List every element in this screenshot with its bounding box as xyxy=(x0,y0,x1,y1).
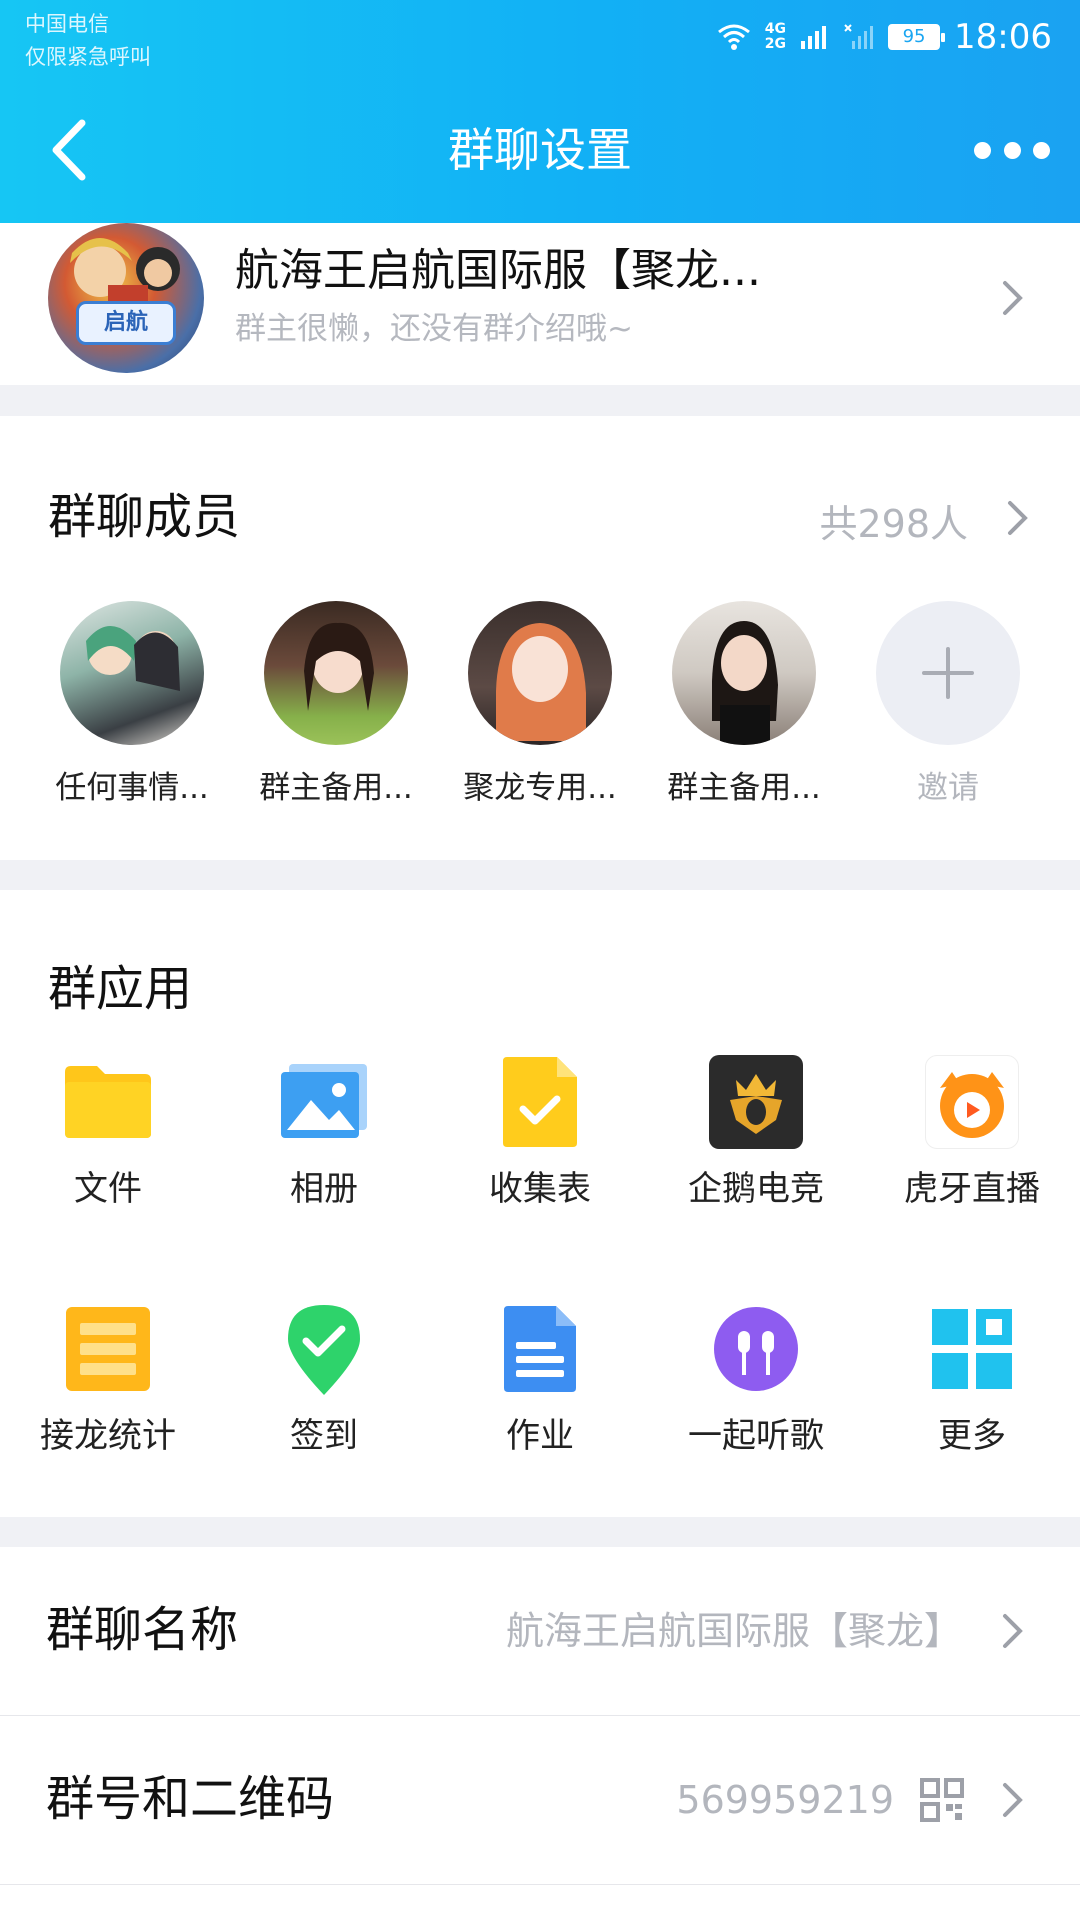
app-item-checkin[interactable]: 签到 xyxy=(216,1302,432,1460)
member-avatar xyxy=(672,601,816,745)
row-divider xyxy=(0,1884,1080,1885)
carrier-name: 中国电信 xyxy=(25,12,109,36)
app-item-album[interactable]: 相册 xyxy=(216,1055,432,1213)
app-item-huya[interactable]: 虎牙直播 xyxy=(864,1055,1080,1213)
app-label: 虎牙直播 xyxy=(904,1169,1040,1209)
section-divider xyxy=(0,1517,1080,1547)
app-label: 一起听歌 xyxy=(688,1416,824,1456)
group-name-value: 航海王启航国际服【聚龙】 xyxy=(505,1609,962,1653)
member-item[interactable]: 任何事情... xyxy=(42,601,222,811)
app-label: 签到 xyxy=(290,1416,358,1456)
members-title: 群聊成员 xyxy=(48,489,241,545)
no-signal-icon xyxy=(844,24,874,49)
app-item-form[interactable]: 收集表 xyxy=(432,1055,648,1213)
app-item-homework[interactable]: 作业 xyxy=(432,1302,648,1460)
invite-button[interactable]: 邀请 xyxy=(858,601,1038,811)
section-divider xyxy=(0,860,1080,890)
status-bar-indicators: 4G 2G 95 18:06 xyxy=(717,16,1052,58)
app-label: 作业 xyxy=(506,1416,574,1456)
app-item-more[interactable]: 更多 xyxy=(864,1302,1080,1460)
app-item-penguin-esports[interactable]: 企鹅电竞 xyxy=(648,1055,864,1213)
member-avatar xyxy=(468,601,612,745)
more-button[interactable] xyxy=(974,135,1050,165)
group-number-qr-row[interactable]: 群号和二维码 569959219 xyxy=(0,1716,1080,1884)
page-title: 群聊设置 xyxy=(448,123,632,177)
member-item[interactable]: 群主备用... xyxy=(654,601,834,811)
status-time: 18:06 xyxy=(954,17,1052,57)
app-label: 相册 xyxy=(290,1169,358,1209)
chevron-right-icon xyxy=(1003,281,1023,315)
network-4g-label: 4G xyxy=(764,21,787,37)
member-name: 聚龙专用... xyxy=(463,770,617,806)
member-count[interactable]: 共298人 xyxy=(819,496,968,552)
member-name: 群主备用... xyxy=(259,770,413,806)
member-name: 群主备用... xyxy=(667,770,821,806)
homework-doc-icon xyxy=(504,1306,576,1392)
wifi-icon xyxy=(717,24,750,50)
invite-circle xyxy=(876,601,1020,745)
chevron-right-icon xyxy=(1003,1783,1023,1817)
qr-code-icon xyxy=(920,1778,964,1822)
chevron-right-icon[interactable] xyxy=(1005,498,1031,538)
checkin-pin-icon xyxy=(288,1305,360,1395)
group-name: 航海王启航国际服【聚龙... xyxy=(235,245,761,296)
app-label: 更多 xyxy=(938,1416,1006,1456)
member-avatar xyxy=(60,601,204,745)
network-2g-label: 2G xyxy=(764,36,787,52)
member-avatar-art xyxy=(496,623,586,741)
group-number-label: 群号和二维码 xyxy=(46,1771,335,1827)
app-item-relay-stats[interactable]: 接龙统计 xyxy=(0,1302,216,1460)
member-avatar-art xyxy=(712,621,778,745)
status-bar-carrier: 中国电信 仅限紧急呼叫 xyxy=(25,8,151,74)
earphones-icon xyxy=(714,1307,798,1391)
member-avatar-art xyxy=(86,626,180,691)
invite-label: 邀请 xyxy=(917,770,979,806)
chevron-right-icon xyxy=(1003,1614,1023,1648)
penguin-esports-icon xyxy=(730,1074,782,1134)
group-description: 群主很懒，还没有群介绍哦~ xyxy=(235,311,633,347)
plus-icon xyxy=(922,647,974,699)
app-item-files[interactable]: 文件 xyxy=(0,1055,216,1213)
member-avatar xyxy=(264,601,408,745)
member-avatar-art xyxy=(304,622,374,711)
carrier-status: 仅限紧急呼叫 xyxy=(25,45,151,69)
group-name-label: 群聊名称 xyxy=(46,1602,239,1658)
group-profile-card[interactable]: 启航 航海王启航国际服【聚龙... 群主很懒，还没有群介绍哦~ xyxy=(0,223,1080,385)
list-stats-icon xyxy=(66,1307,150,1391)
signal-icon xyxy=(801,26,827,49)
member-item[interactable]: 群主备用... xyxy=(246,601,426,811)
group-apps-section: 群应用 文件 相册 收集表 企鹅电竞 虎牙直播 接龙统计 签到 作业 一起听歌 … xyxy=(0,890,1080,1517)
group-avatar-logo: 启航 xyxy=(76,301,176,345)
section-divider xyxy=(0,385,1080,416)
grid-more-icon xyxy=(932,1309,1012,1389)
app-label: 文件 xyxy=(74,1169,142,1209)
group-avatar-art xyxy=(70,238,180,315)
network-type: 4G 2G xyxy=(765,22,786,52)
members-section: 群聊成员 共298人 任何事情... 群主备用... 聚龙专用... 群主备用.… xyxy=(0,416,1080,860)
group-name-row[interactable]: 群聊名称 航海王启航国际服【聚龙】 xyxy=(0,1547,1080,1715)
app-label: 企鹅电竞 xyxy=(688,1169,824,1209)
group-avatar[interactable]: 启航 xyxy=(48,223,204,373)
folder-icon xyxy=(65,1066,151,1138)
form-check-icon xyxy=(503,1057,577,1147)
member-name: 任何事情... xyxy=(55,770,209,806)
member-item[interactable]: 聚龙专用... xyxy=(450,601,630,811)
app-label: 收集表 xyxy=(489,1169,591,1209)
group-number-value: 569959219 xyxy=(676,1778,894,1822)
header-bar: 中国电信 仅限紧急呼叫 4G 2G 95 18:06 群聊设置 xyxy=(0,0,1080,223)
app-label: 接龙统计 xyxy=(40,1416,176,1456)
photo-album-icon xyxy=(281,1064,367,1138)
battery-icon: 95 xyxy=(888,24,946,50)
huya-tiger-icon xyxy=(940,1072,1004,1138)
more-dots-icon xyxy=(974,141,991,159)
apps-title: 群应用 xyxy=(48,961,193,1017)
app-item-listen-together[interactable]: 一起听歌 xyxy=(648,1302,864,1460)
